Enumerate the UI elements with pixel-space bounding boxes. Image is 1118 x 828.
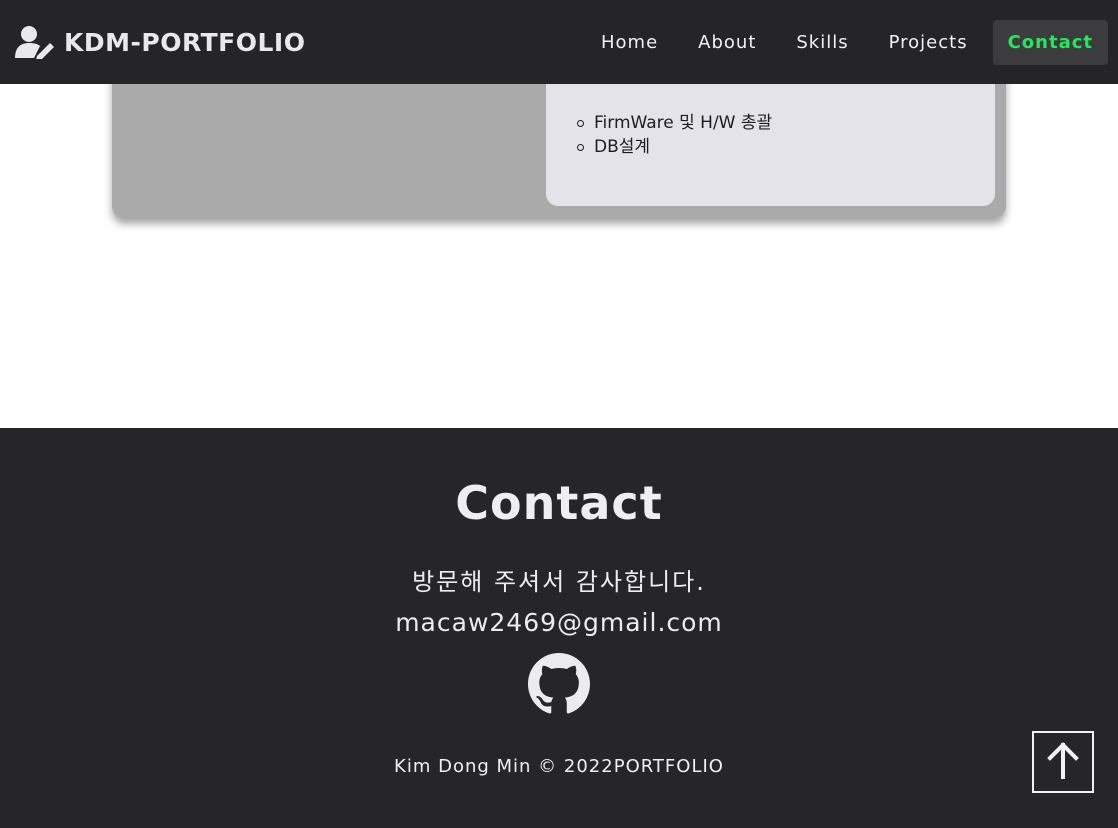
list-item: DB설계 [577, 135, 772, 159]
nav-menu: Home About Skills Projects Contact [580, 19, 1108, 65]
circle-bullet-icon [577, 120, 584, 127]
scroll-top-button[interactable] [1032, 731, 1094, 793]
copyright-text: Kim Dong Min © 2022PORTFOLIO [394, 756, 724, 777]
nav-item-contact[interactable]: Contact [992, 19, 1108, 65]
arrow-up-icon [1046, 741, 1080, 783]
nav-item-home[interactable]: Home [580, 20, 673, 65]
email-link[interactable]: macaw2469@gmail.com [0, 608, 1118, 637]
top-navbar: KDM-PORTFOLIO Home About Skills Projects… [0, 0, 1118, 84]
circle-bullet-icon [577, 144, 584, 151]
contact-heading: Contact [455, 476, 663, 530]
user-pen-icon [14, 25, 56, 59]
nav-item-projects[interactable]: Projects [868, 20, 983, 65]
github-icon[interactable] [528, 653, 590, 715]
contact-footer: Contact 방문해 주셔서 감사합니다. macaw2469@gmail.c… [0, 428, 1118, 828]
list-item: FirmWare 및 H/W 총괄 [577, 111, 772, 135]
thanks-message: 방문해 주셔서 감사합니다. [412, 568, 706, 596]
brand-title: KDM-PORTFOLIO [64, 27, 306, 57]
nav-item-skills[interactable]: Skills [775, 20, 863, 65]
brand-logo[interactable]: KDM-PORTFOLIO [14, 25, 305, 59]
nav-item-about[interactable]: About [677, 20, 771, 65]
project-role-list: FirmWare 및 H/W 총괄 DB설계 [577, 111, 772, 159]
